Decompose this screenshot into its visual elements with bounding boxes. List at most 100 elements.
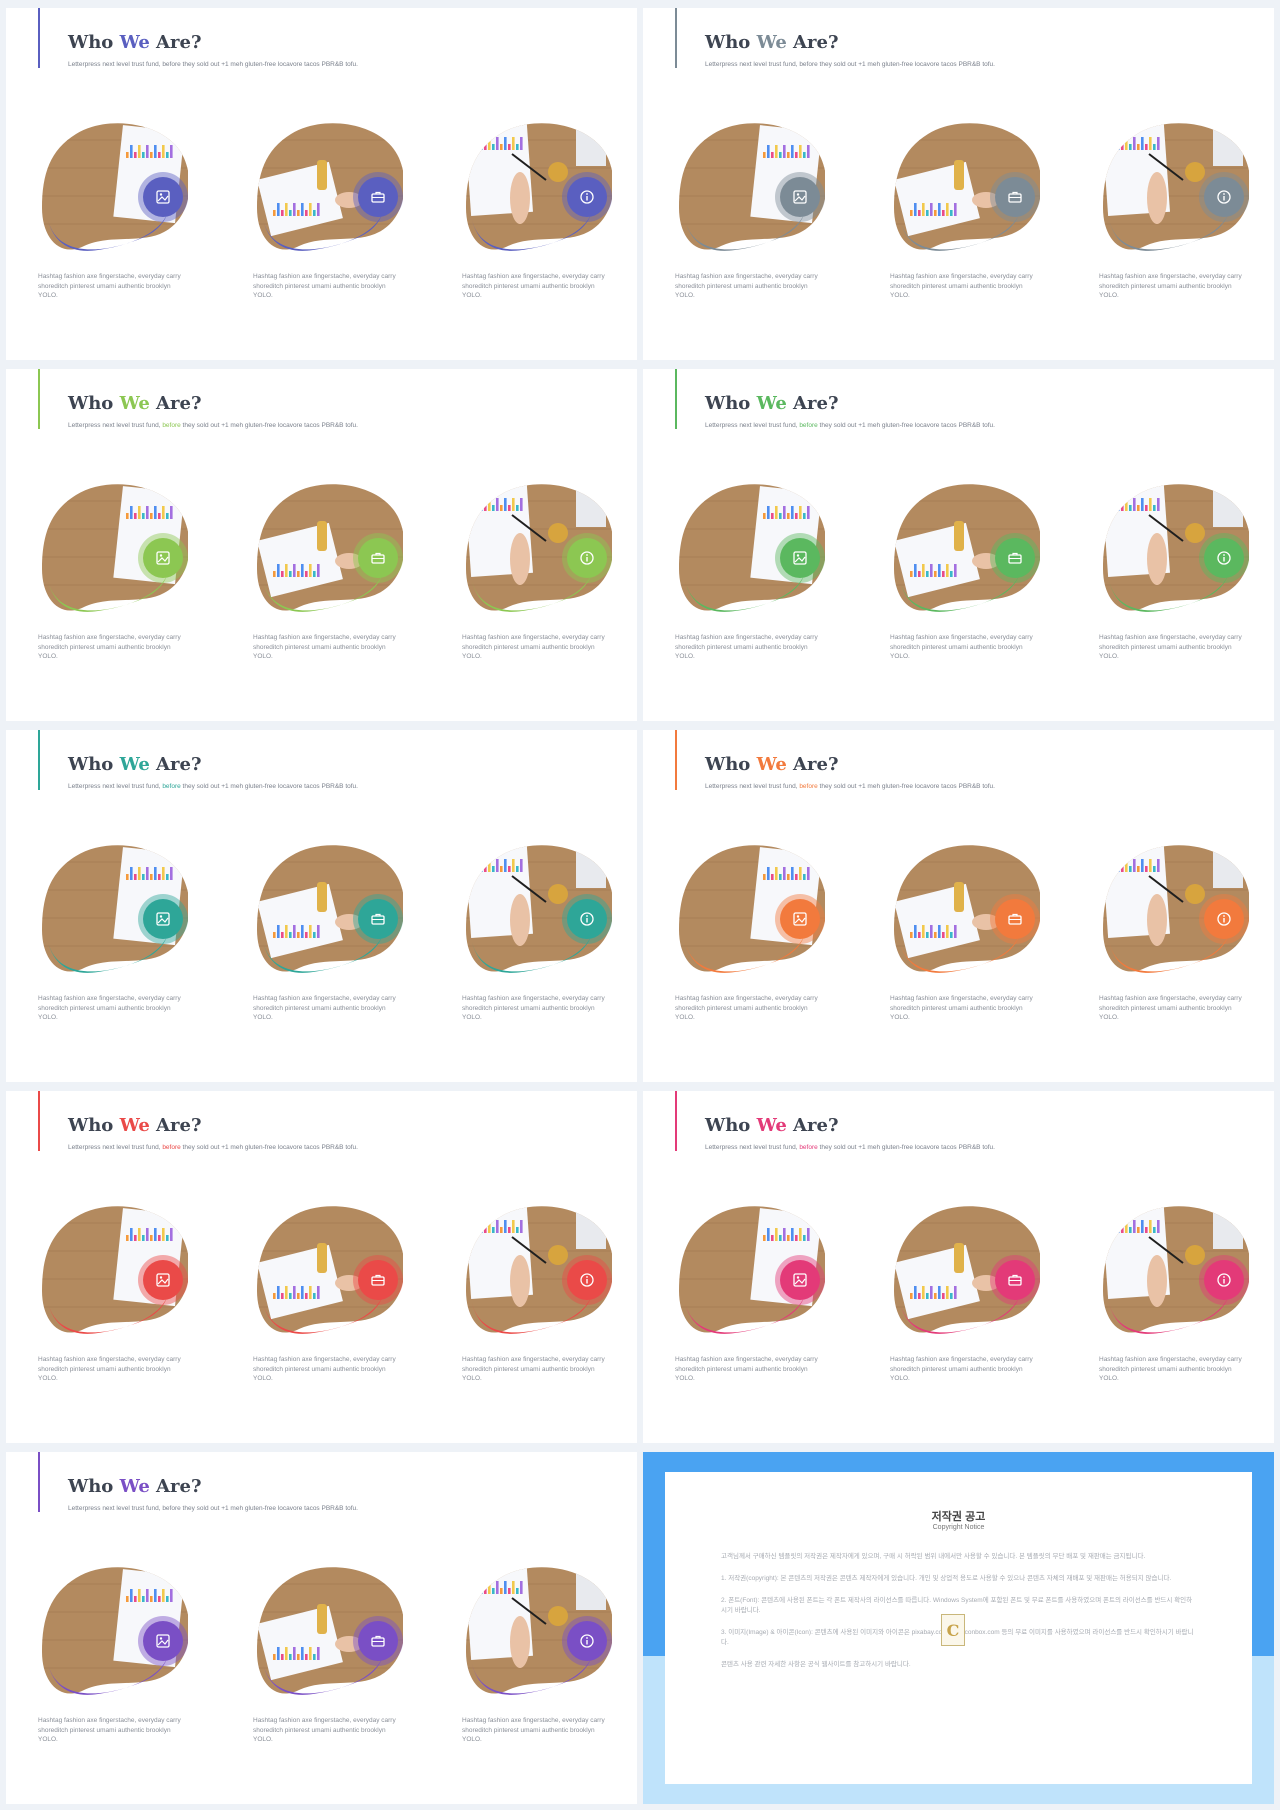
image-icon <box>780 177 820 217</box>
accent-bar <box>675 730 677 790</box>
feature-card: Hashtag fashion axe fingerstache, everyd… <box>1099 481 1249 660</box>
card-description: Hashtag fashion axe fingerstache, everyd… <box>890 1356 1033 1382</box>
feature-card: Hashtag fashion axe fingerstache, everyd… <box>890 1203 1040 1382</box>
feature-card: Hashtag fashion axe fingerstache, everyd… <box>462 842 612 1021</box>
info-icon <box>1204 1260 1244 1300</box>
image-icon <box>143 1260 183 1300</box>
slide-1: Who We Are? Letterpress next level trust… <box>6 8 637 360</box>
slide-subtitle: Letterpress next level trust fund, befor… <box>705 1144 995 1151</box>
slide-title: Who We Are? <box>68 1476 202 1497</box>
briefcase-icon <box>995 1260 1035 1300</box>
briefcase-icon <box>358 538 398 578</box>
briefcase-icon <box>358 899 398 939</box>
slide-subtitle: Letterpress next level trust fund, befor… <box>68 1505 358 1512</box>
feature-card: Hashtag fashion axe fingerstache, everyd… <box>675 1203 825 1382</box>
card-description: Hashtag fashion axe fingerstache, everyd… <box>38 1356 181 1382</box>
feature-card: Hashtag fashion axe fingerstache, everyd… <box>1099 120 1249 299</box>
image-icon <box>143 1621 183 1661</box>
slide-title: Who We Are? <box>68 32 202 53</box>
copyright-paragraph: 고객님께서 구매하신 템플릿의 저작권은 제작자에게 있으며, 구매 시 허락된… <box>721 1553 1146 1560</box>
slide-subtitle: Letterpress next level trust fund, befor… <box>68 422 358 429</box>
info-icon <box>567 1621 607 1661</box>
info-icon <box>567 1260 607 1300</box>
feature-card: Hashtag fashion axe fingerstache, everyd… <box>38 842 188 1021</box>
accent-bar <box>675 1091 677 1151</box>
feature-card: Hashtag fashion axe fingerstache, everyd… <box>38 120 188 299</box>
slide-7: Who We Are? Letterpress next level trust… <box>6 1091 637 1443</box>
card-description: Hashtag fashion axe fingerstache, everyd… <box>38 995 181 1021</box>
info-icon <box>1204 538 1244 578</box>
card-description: Hashtag fashion axe fingerstache, everyd… <box>1099 634 1242 660</box>
card-description: Hashtag fashion axe fingerstache, everyd… <box>1099 995 1242 1021</box>
card-description: Hashtag fashion axe fingerstache, everyd… <box>462 1356 605 1382</box>
slide-title: Who We Are? <box>705 32 839 53</box>
accent-bar <box>675 369 677 429</box>
slide-5: Who We Are? Letterpress next level trust… <box>6 730 637 1082</box>
brand-logo: C <box>941 1614 965 1646</box>
card-description: Hashtag fashion axe fingerstache, everyd… <box>253 634 396 660</box>
slide-8: Who We Are? Letterpress next level trust… <box>643 1091 1274 1443</box>
image-icon <box>143 538 183 578</box>
slide-title: Who We Are? <box>68 1115 202 1136</box>
copyright-paragraph: 콘텐츠 사용 관련 자세한 사항은 공식 웹사이트를 참고하시기 바랍니다. <box>721 1661 911 1668</box>
slide-subtitle: Letterpress next level trust fund, befor… <box>68 783 358 790</box>
feature-card: Hashtag fashion axe fingerstache, everyd… <box>253 1203 403 1382</box>
slide-subtitle: Letterpress next level trust fund, befor… <box>705 422 995 429</box>
image-icon <box>780 899 820 939</box>
accent-bar <box>38 1452 40 1512</box>
info-icon <box>567 177 607 217</box>
accent-bar <box>675 8 677 68</box>
accent-bar <box>38 369 40 429</box>
slide-3: Who We Are? Letterpress next level trust… <box>6 369 637 721</box>
info-icon <box>567 899 607 939</box>
feature-card: Hashtag fashion axe fingerstache, everyd… <box>890 481 1040 660</box>
briefcase-icon <box>995 899 1035 939</box>
card-description: Hashtag fashion axe fingerstache, everyd… <box>675 1356 818 1382</box>
image-icon <box>143 177 183 217</box>
copyright-subtitle: Copyright Notice <box>932 1524 985 1531</box>
feature-card: Hashtag fashion axe fingerstache, everyd… <box>462 1564 612 1743</box>
briefcase-icon <box>358 177 398 217</box>
card-description: Hashtag fashion axe fingerstache, everyd… <box>462 995 605 1021</box>
slide-title: Who We Are? <box>705 1115 839 1136</box>
feature-card: Hashtag fashion axe fingerstache, everyd… <box>253 842 403 1021</box>
card-description: Hashtag fashion axe fingerstache, everyd… <box>38 634 181 660</box>
slide-grid: Who We Are? Letterpress next level trust… <box>6 8 1274 1804</box>
card-description: Hashtag fashion axe fingerstache, everyd… <box>253 995 396 1021</box>
feature-card: Hashtag fashion axe fingerstache, everyd… <box>890 842 1040 1021</box>
briefcase-icon <box>995 177 1035 217</box>
feature-card: Hashtag fashion axe fingerstache, everyd… <box>1099 842 1249 1021</box>
briefcase-icon <box>358 1621 398 1661</box>
feature-card: Hashtag fashion axe fingerstache, everyd… <box>462 1203 612 1382</box>
card-description: Hashtag fashion axe fingerstache, everyd… <box>890 634 1033 660</box>
slide-title: Who We Are? <box>68 754 202 775</box>
feature-card: Hashtag fashion axe fingerstache, everyd… <box>38 1564 188 1743</box>
image-icon <box>780 538 820 578</box>
card-description: Hashtag fashion axe fingerstache, everyd… <box>890 995 1033 1021</box>
briefcase-icon <box>358 1260 398 1300</box>
feature-card: Hashtag fashion axe fingerstache, everyd… <box>890 120 1040 299</box>
feature-card: Hashtag fashion axe fingerstache, everyd… <box>675 842 825 1021</box>
slide-subtitle: Letterpress next level trust fund, befor… <box>705 783 995 790</box>
slide-6: Who We Are? Letterpress next level trust… <box>643 730 1274 1082</box>
card-description: Hashtag fashion axe fingerstache, everyd… <box>38 1717 181 1743</box>
card-description: Hashtag fashion axe fingerstache, everyd… <box>675 273 818 299</box>
feature-card: Hashtag fashion axe fingerstache, everyd… <box>253 481 403 660</box>
feature-card: Hashtag fashion axe fingerstache, everyd… <box>253 120 403 299</box>
card-description: Hashtag fashion axe fingerstache, everyd… <box>890 273 1033 299</box>
slide-4: Who We Are? Letterpress next level trust… <box>643 369 1274 721</box>
slide-title: Who We Are? <box>68 393 202 414</box>
feature-card: Hashtag fashion axe fingerstache, everyd… <box>675 120 825 299</box>
feature-card: Hashtag fashion axe fingerstache, everyd… <box>462 120 612 299</box>
feature-card: Hashtag fashion axe fingerstache, everyd… <box>38 1203 188 1382</box>
card-description: Hashtag fashion axe fingerstache, everyd… <box>253 1717 396 1743</box>
info-icon <box>567 538 607 578</box>
info-icon <box>1204 177 1244 217</box>
accent-bar <box>38 1091 40 1151</box>
copyright-panel: 저작권 공고 Copyright Notice 고객님께서 구매하신 템플릿의 … <box>665 1472 1252 1784</box>
card-description: Hashtag fashion axe fingerstache, everyd… <box>675 634 818 660</box>
card-description: Hashtag fashion axe fingerstache, everyd… <box>1099 1356 1242 1382</box>
copyright-title: 저작권 공고 <box>931 1511 986 1523</box>
slide-2: Who We Are? Letterpress next level trust… <box>643 8 1274 360</box>
briefcase-icon <box>995 538 1035 578</box>
